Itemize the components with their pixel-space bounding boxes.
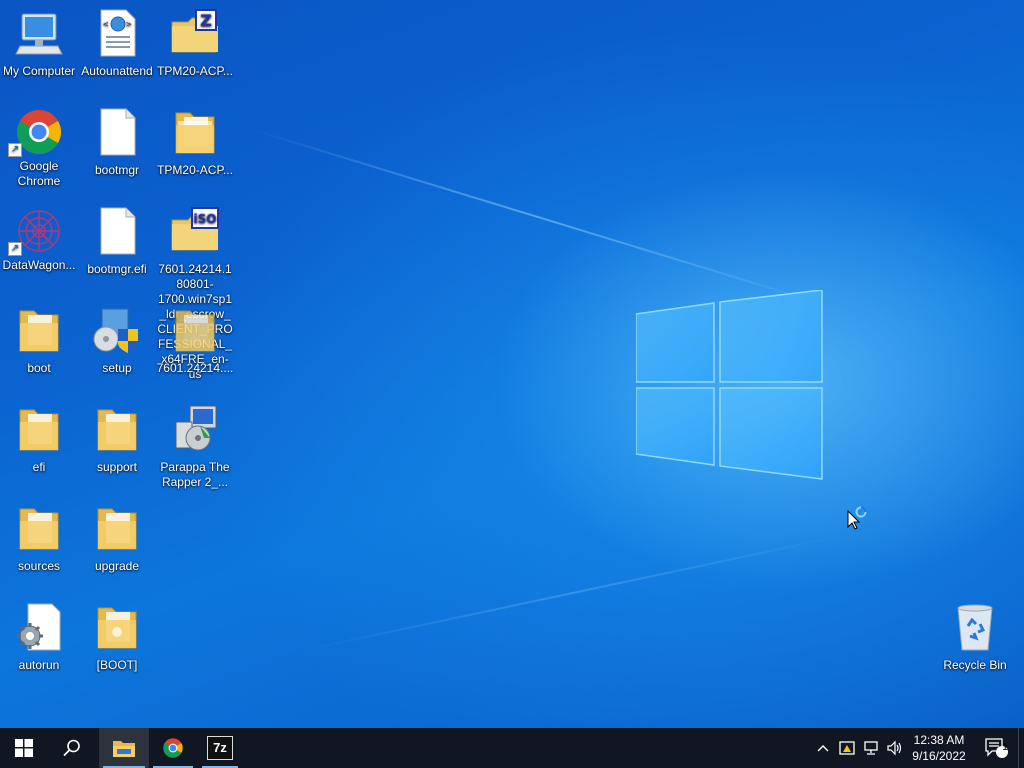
desktop-icon-boot[interactable]: boot <box>0 299 78 376</box>
folder-icon <box>97 508 137 550</box>
desktop-icon-label: boot <box>27 361 51 375</box>
folder-icon <box>97 409 137 451</box>
chevron-up-icon <box>817 745 829 752</box>
clock-date: 9/16/2022 <box>912 749 966 763</box>
blank-file-icon <box>100 207 136 255</box>
folder-icon <box>19 310 59 352</box>
svg-text:<: < <box>103 20 109 30</box>
desktop-icon-upgrade[interactable]: upgrade <box>78 497 156 574</box>
desktop-icon-label: Recycle Bin <box>943 658 1007 672</box>
show-hidden-icons-button[interactable] <box>812 728 834 768</box>
speaker-icon <box>887 740 902 756</box>
iso-archive-icon: iSO <box>171 207 219 251</box>
desktop-icon-datawagon[interactable]: ↗ DataWagon... <box>0 200 78 273</box>
network-icon <box>864 741 878 755</box>
recycle-bin-icon <box>957 604 993 651</box>
desktop-icon-label: [BOOT] <box>96 658 138 672</box>
taskbar-file-explorer[interactable] <box>99 728 149 768</box>
show-desktop-button[interactable] <box>1018 728 1024 768</box>
wallpaper-beam <box>249 128 825 306</box>
tray-security-icon-button[interactable] <box>836 728 858 768</box>
settings-file-icon <box>17 603 61 651</box>
start-button[interactable] <box>1 728 47 768</box>
desktop-icon-setup[interactable]: setup <box>78 299 156 376</box>
tray-volume-button[interactable] <box>884 728 906 768</box>
busy-cursor-icon <box>847 506 867 530</box>
desktop-icon-7601-folder[interactable]: 7601.24214.... <box>156 299 234 376</box>
zip-badge-letter: Z <box>200 11 212 30</box>
action-center-button[interactable]: 1 <box>978 728 1014 768</box>
folder-icon <box>175 310 215 352</box>
desktop-icon-label: autorun <box>18 658 60 672</box>
wallpaper-beam <box>299 533 848 652</box>
desktop-icon-label: setup <box>102 361 132 375</box>
desktop-icon-label: sources <box>17 559 61 573</box>
search-button[interactable] <box>49 728 95 768</box>
desktop-icon-label: efi <box>32 460 46 474</box>
svg-text:>: > <box>126 20 132 30</box>
setup-installer-icon <box>93 308 138 353</box>
taskbar-clock[interactable]: 12:38 AM 9/16/2022 <box>905 732 973 764</box>
chrome-icon <box>163 738 183 758</box>
desktop-icon-label: TPM20-ACP... <box>157 163 233 177</box>
desktop-icon-label: Google Chrome <box>17 159 61 188</box>
desktop-icon-label: bootmgr.efi <box>87 262 147 276</box>
notification-count-badge: 1 <box>1002 742 1008 753</box>
desktop-icon-label: Autounattend <box>81 64 153 78</box>
desktop-icon-bootmgr-efi[interactable]: bootmgr.efi <box>78 200 156 277</box>
desktop[interactable]: My Computer < > Autounattend Z TPM20-ACP… <box>0 0 1024 728</box>
desktop-icon-label: upgrade <box>94 559 140 573</box>
folder-icon <box>19 508 59 550</box>
7zip-label: 7z <box>213 740 227 755</box>
xml-document-icon: < > <box>100 9 136 57</box>
tray-network-button[interactable] <box>860 728 882 768</box>
desktop-icon-efi[interactable]: efi <box>0 398 78 475</box>
desktop-icon-bootmgr[interactable]: bootmgr <box>78 101 156 178</box>
desktop-icon-autounattend[interactable]: < > Autounattend <box>78 2 156 79</box>
zip-archive-icon: Z <box>171 9 218 53</box>
desktop-icon-tpm20-zip[interactable]: Z TPM20-ACP... <box>156 2 234 79</box>
desktop-icon-label: My Computer <box>2 64 76 78</box>
desktop-icon-label: DataWagon... <box>2 258 76 272</box>
file-explorer-icon <box>113 741 135 757</box>
taskbar-7zip[interactable]: 7z <box>198 728 242 768</box>
desktop-icon-google-chrome[interactable]: ↗ Google Chrome <box>0 101 78 189</box>
clock-time: 12:38 AM <box>913 733 965 747</box>
windows-start-icon <box>15 739 33 757</box>
taskbar: 7z 12:38 AM 9/16/2022 1 <box>0 728 1024 768</box>
blank-file-icon <box>100 108 136 156</box>
taskbar-google-chrome[interactable] <box>149 728 197 768</box>
desktop-icon-label: bootmgr <box>94 163 140 177</box>
folder-icon <box>175 112 215 154</box>
security-alert-icon <box>839 741 855 755</box>
search-icon <box>63 739 80 757</box>
desktop-icon-label: Parappa The Rapper 2_... <box>160 460 230 489</box>
desktop-icon-sources[interactable]: sources <box>0 497 78 574</box>
desktop-icon-my-computer[interactable]: My Computer <box>0 2 78 79</box>
desktop-icon-recycle-bin[interactable]: Recycle Bin <box>936 596 1014 673</box>
desktop-icon-label: TPM20-ACP... <box>157 64 233 78</box>
shortcut-arrow-icon: ↗ <box>8 143 22 157</box>
computer-icon <box>15 13 63 55</box>
desktop-icon-label: support <box>96 460 138 474</box>
desktop-icon-tpm20-folder[interactable]: TPM20-ACP... <box>156 101 234 178</box>
iso-badge-text: iSO <box>194 212 217 226</box>
7zip-icon: 7z <box>207 736 233 760</box>
desktop-icon-boot-bracket[interactable]: [BOOT] <box>78 596 156 673</box>
desktop-icon-autorun[interactable]: autorun <box>0 596 78 673</box>
desktop-icon-label: 7601.24214.... <box>156 361 234 375</box>
desktop-icon-parappa[interactable]: Parappa The Rapper 2_... <box>156 398 234 490</box>
cd-installer-icon <box>175 405 217 451</box>
folder-icon <box>97 607 137 649</box>
shortcut-arrow-icon: ↗ <box>8 242 22 256</box>
windows-logo-wallpaper <box>636 290 823 480</box>
folder-icon <box>19 409 59 451</box>
desktop-icon-support[interactable]: support <box>78 398 156 475</box>
